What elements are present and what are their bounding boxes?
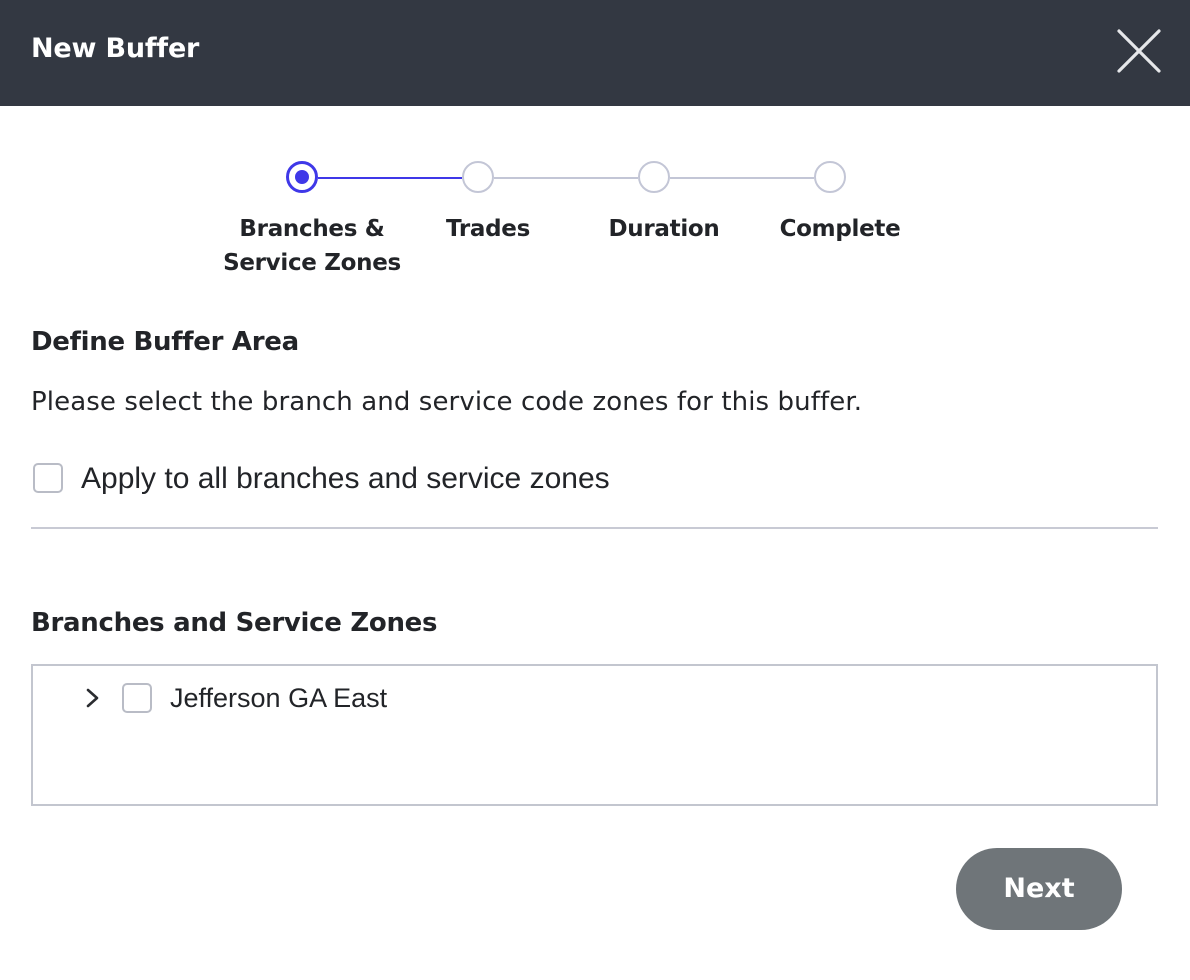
step-indicator-branches[interactable] <box>286 161 318 193</box>
step-label-text: Branches & Service Zones <box>223 216 401 276</box>
branches-heading: Branches and Service Zones <box>31 608 438 638</box>
expand-branch-button[interactable] <box>84 687 102 709</box>
step-indicator-duration[interactable] <box>638 161 670 193</box>
define-buffer-heading: Define Buffer Area <box>31 327 299 357</box>
apply-all-checkbox[interactable] <box>33 463 63 493</box>
section-divider <box>31 527 1158 529</box>
next-button[interactable]: Next <box>956 848 1122 930</box>
branch-label: Jefferson GA East <box>170 683 388 713</box>
step-label-complete: Complete <box>779 216 901 242</box>
step-connector <box>318 177 462 179</box>
chevron-right-icon <box>86 688 99 708</box>
step-connector <box>494 177 638 179</box>
define-buffer-description: Please select the branch and service cod… <box>31 387 863 417</box>
branch-checkbox[interactable] <box>122 683 152 713</box>
step-indicator-trades[interactable] <box>462 161 494 193</box>
apply-all-label[interactable]: Apply to all branches and service zones <box>81 460 610 498</box>
progress-stepper: Branches & Service Zones Trades Duration… <box>0 0 1190 290</box>
active-step-dot <box>295 170 309 184</box>
step-indicator-complete[interactable] <box>814 161 846 193</box>
step-connector <box>670 177 814 179</box>
